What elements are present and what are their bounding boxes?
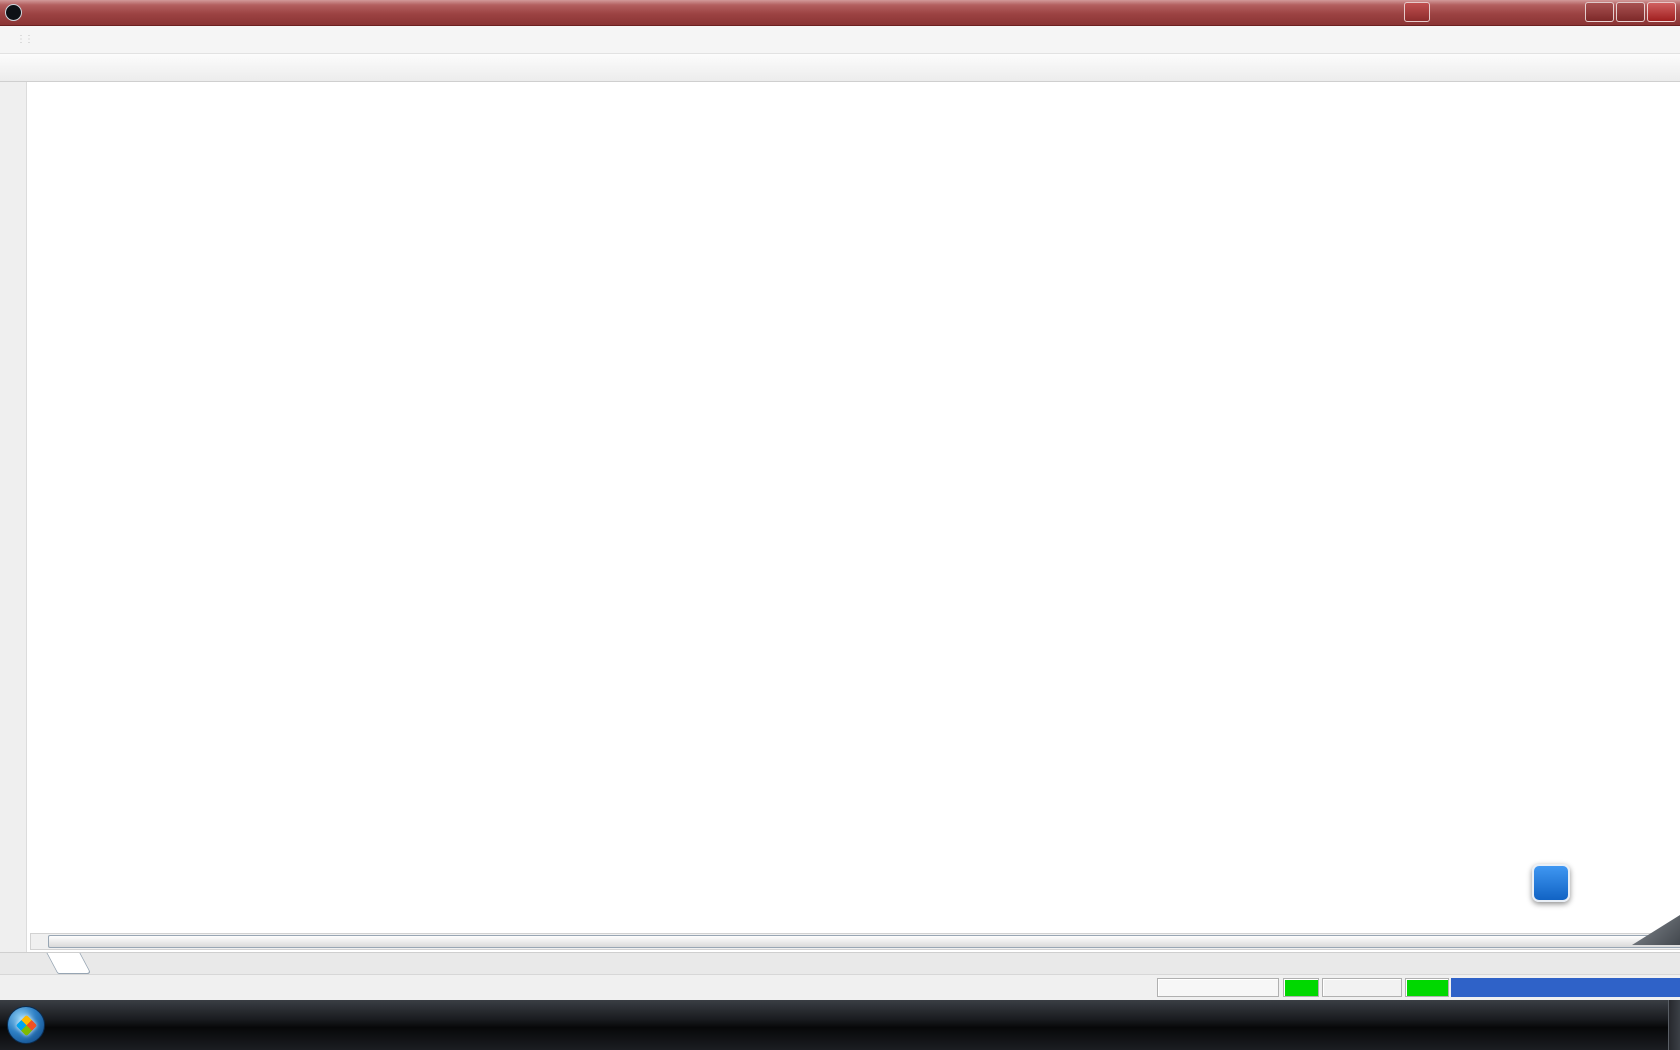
status-able-badge xyxy=(1283,978,1319,997)
tab-30min[interactable] xyxy=(46,953,91,974)
status-bar xyxy=(0,974,1680,1000)
close-button[interactable] xyxy=(1647,2,1676,22)
menu-bar: ⋮⋮ xyxy=(0,26,1680,54)
scroll-left-arrow[interactable] xyxy=(31,934,48,949)
teamviewer-float-icon[interactable] xyxy=(1532,864,1570,902)
horizontal-scrollbar[interactable] xyxy=(30,933,1680,950)
chart-window[interactable] xyxy=(27,82,1680,952)
title-bar[interactable] xyxy=(0,0,1680,26)
main-toolbar xyxy=(0,54,1680,82)
status-data-badge xyxy=(1405,978,1449,997)
time-axis xyxy=(27,908,1587,924)
toolbar-grip-icon: ⋮⋮ xyxy=(16,34,32,45)
session-arrows-button[interactable] xyxy=(1404,2,1430,22)
status-datetime xyxy=(1451,978,1680,997)
app-icon xyxy=(5,4,22,21)
chart-tab-row xyxy=(0,952,1680,974)
minimize-button[interactable] xyxy=(1585,2,1614,22)
price-chart[interactable] xyxy=(30,85,1516,897)
show-desktop-button[interactable] xyxy=(1668,1000,1680,1050)
start-button[interactable] xyxy=(7,1006,45,1044)
status-feed xyxy=(1322,978,1402,997)
maximize-button[interactable] xyxy=(1616,2,1645,22)
price-axis xyxy=(1518,85,1580,897)
drawing-tool-strip xyxy=(0,82,27,952)
status-empty-box xyxy=(1157,978,1279,997)
scrollbar-thumb[interactable] xyxy=(48,935,1680,948)
taskbar xyxy=(0,1000,1680,1050)
